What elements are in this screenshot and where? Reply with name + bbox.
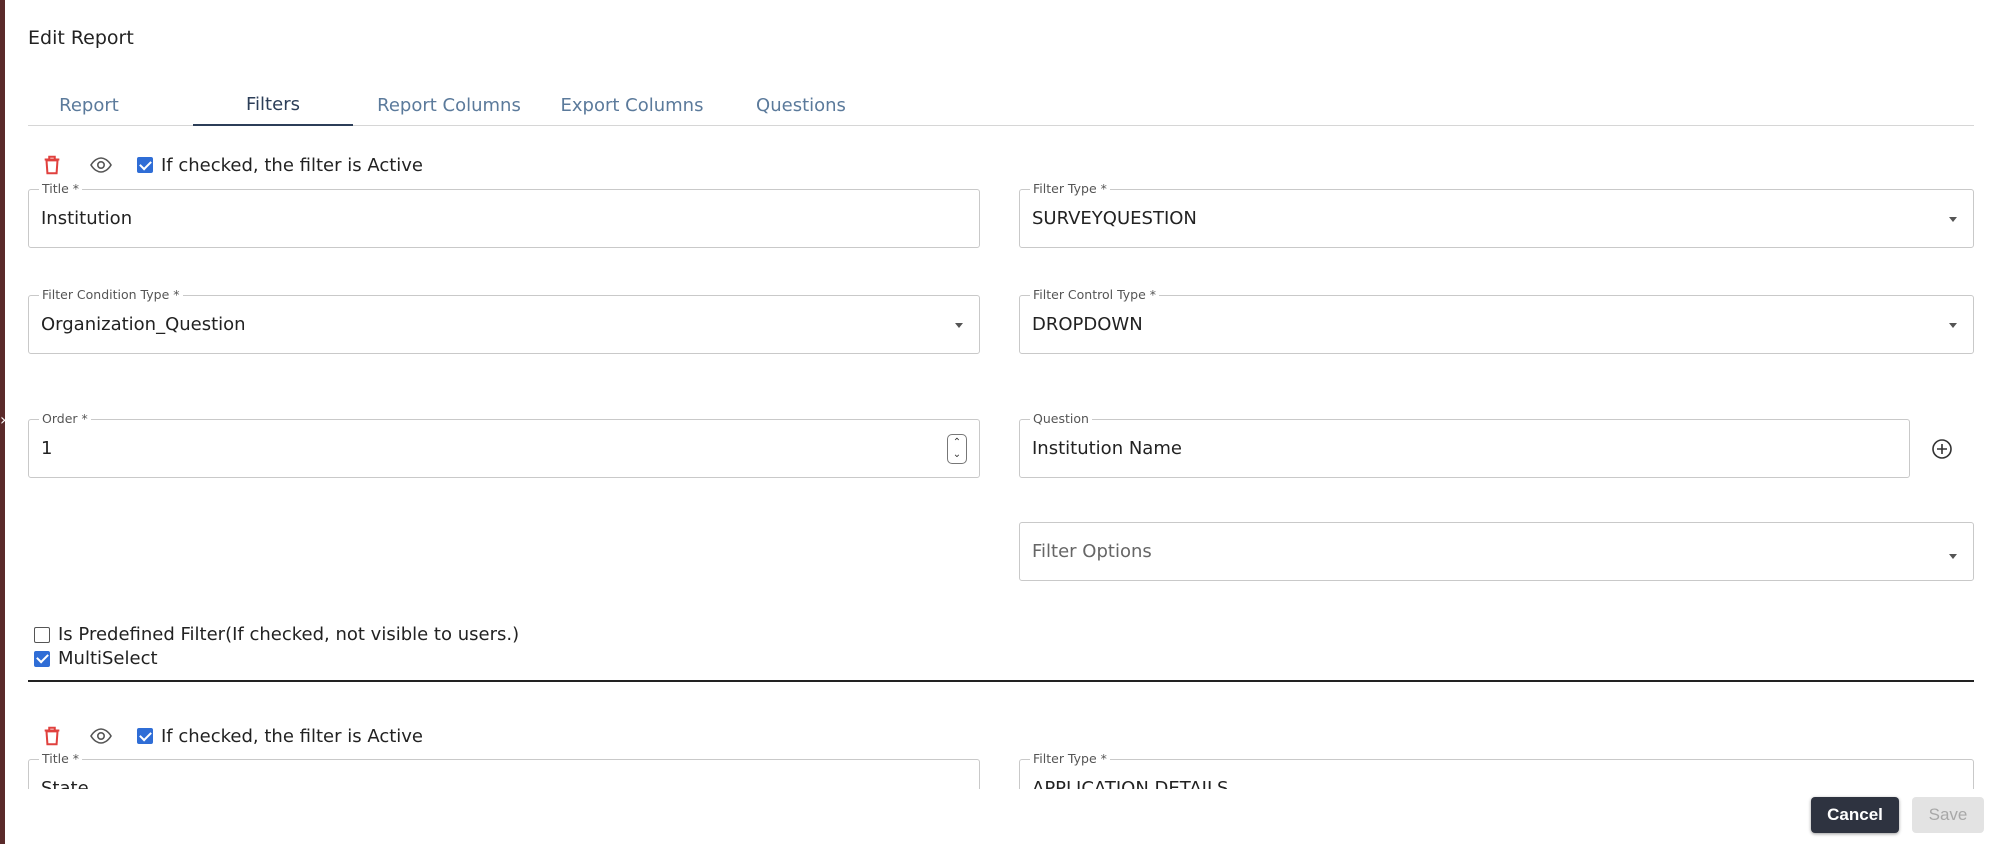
filter-toolbar: If checked, the filter is Active xyxy=(41,724,423,748)
save-button[interactable]: Save xyxy=(1912,797,1984,833)
question-field-value: Institution Name xyxy=(1032,438,1182,459)
eye-icon[interactable] xyxy=(89,153,113,177)
tab-export-columns[interactable]: Export Columns xyxy=(552,84,712,126)
filter-type-select[interactable]: Filter Type * APPLICATION DETAILS xyxy=(1019,751,1974,789)
number-stepper-icon[interactable]: ⌃ ⌄ xyxy=(947,433,967,464)
multiselect-option[interactable]: MultiSelect xyxy=(34,648,158,669)
chevron-down-icon xyxy=(1949,216,1957,222)
predefined-filter-label: Is Predefined Filter(If checked, not vis… xyxy=(58,624,520,645)
delete-icon[interactable] xyxy=(41,725,63,747)
tab-bar: Report Filters Report Columns Export Col… xyxy=(28,84,1974,126)
active-checkbox-label: If checked, the filter is Active xyxy=(161,725,424,747)
filter-options-select[interactable]: Filter Options xyxy=(1019,522,1974,581)
filter-condition-type-value: Organization_Question xyxy=(41,314,246,335)
edit-report-dialog: Edit Report Report Filters Report Column… xyxy=(5,0,2006,844)
tab-report[interactable]: Report xyxy=(28,84,150,126)
active-checkbox[interactable] xyxy=(137,728,153,744)
order-number-field[interactable]: Order * 1 ⌃ ⌄ xyxy=(28,411,980,478)
add-circle-icon[interactable] xyxy=(1930,437,1954,461)
tab-report-columns[interactable]: Report Columns xyxy=(366,84,532,126)
filter-control-type-select[interactable]: Filter Control Type * DROPDOWN xyxy=(1019,287,1974,354)
multiselect-label: MultiSelect xyxy=(58,648,158,669)
title-field-value: State xyxy=(41,778,89,789)
filters-panel[interactable]: If checked, the filter is Active Title *… xyxy=(5,127,2006,789)
title-field[interactable]: Title * State xyxy=(28,751,980,789)
filter-type-value: APPLICATION DETAILS xyxy=(1032,778,1229,789)
cancel-button[interactable]: Cancel xyxy=(1811,797,1899,833)
chevron-down-icon xyxy=(1949,322,1957,328)
multiselect-checkbox[interactable] xyxy=(34,650,50,667)
dialog-title: Edit Report xyxy=(28,27,134,49)
filter-toolbar: If checked, the filter is Active xyxy=(41,153,423,177)
title-field[interactable]: Title * Institution xyxy=(28,181,980,248)
filter-control-type-value: DROPDOWN xyxy=(1032,314,1143,335)
filter-divider xyxy=(28,680,1974,682)
predefined-filter-checkbox[interactable] xyxy=(34,626,50,643)
eye-icon[interactable] xyxy=(89,724,113,748)
delete-icon[interactable] xyxy=(41,154,63,176)
filter-type-value: SURVEYQUESTION xyxy=(1032,208,1197,229)
order-field-value: 1 xyxy=(41,438,53,459)
tab-questions[interactable]: Questions xyxy=(741,84,861,126)
active-checkbox[interactable] xyxy=(137,157,153,173)
chevron-down-icon xyxy=(955,322,963,328)
tab-filters[interactable]: Filters xyxy=(193,84,353,126)
question-field[interactable]: Question Institution Name xyxy=(1019,411,1910,478)
active-checkbox-label: If checked, the filter is Active xyxy=(161,154,424,176)
predefined-filter-option[interactable]: Is Predefined Filter(If checked, not vis… xyxy=(34,624,519,645)
title-field-value: Institution xyxy=(41,208,133,229)
chevron-down-icon xyxy=(1949,553,1957,559)
filter-options-placeholder: Filter Options xyxy=(1032,541,1152,562)
filter-type-select[interactable]: Filter Type * SURVEYQUESTION xyxy=(1019,181,1974,248)
filter-condition-type-select[interactable]: Filter Condition Type * Organization_Que… xyxy=(28,287,980,354)
